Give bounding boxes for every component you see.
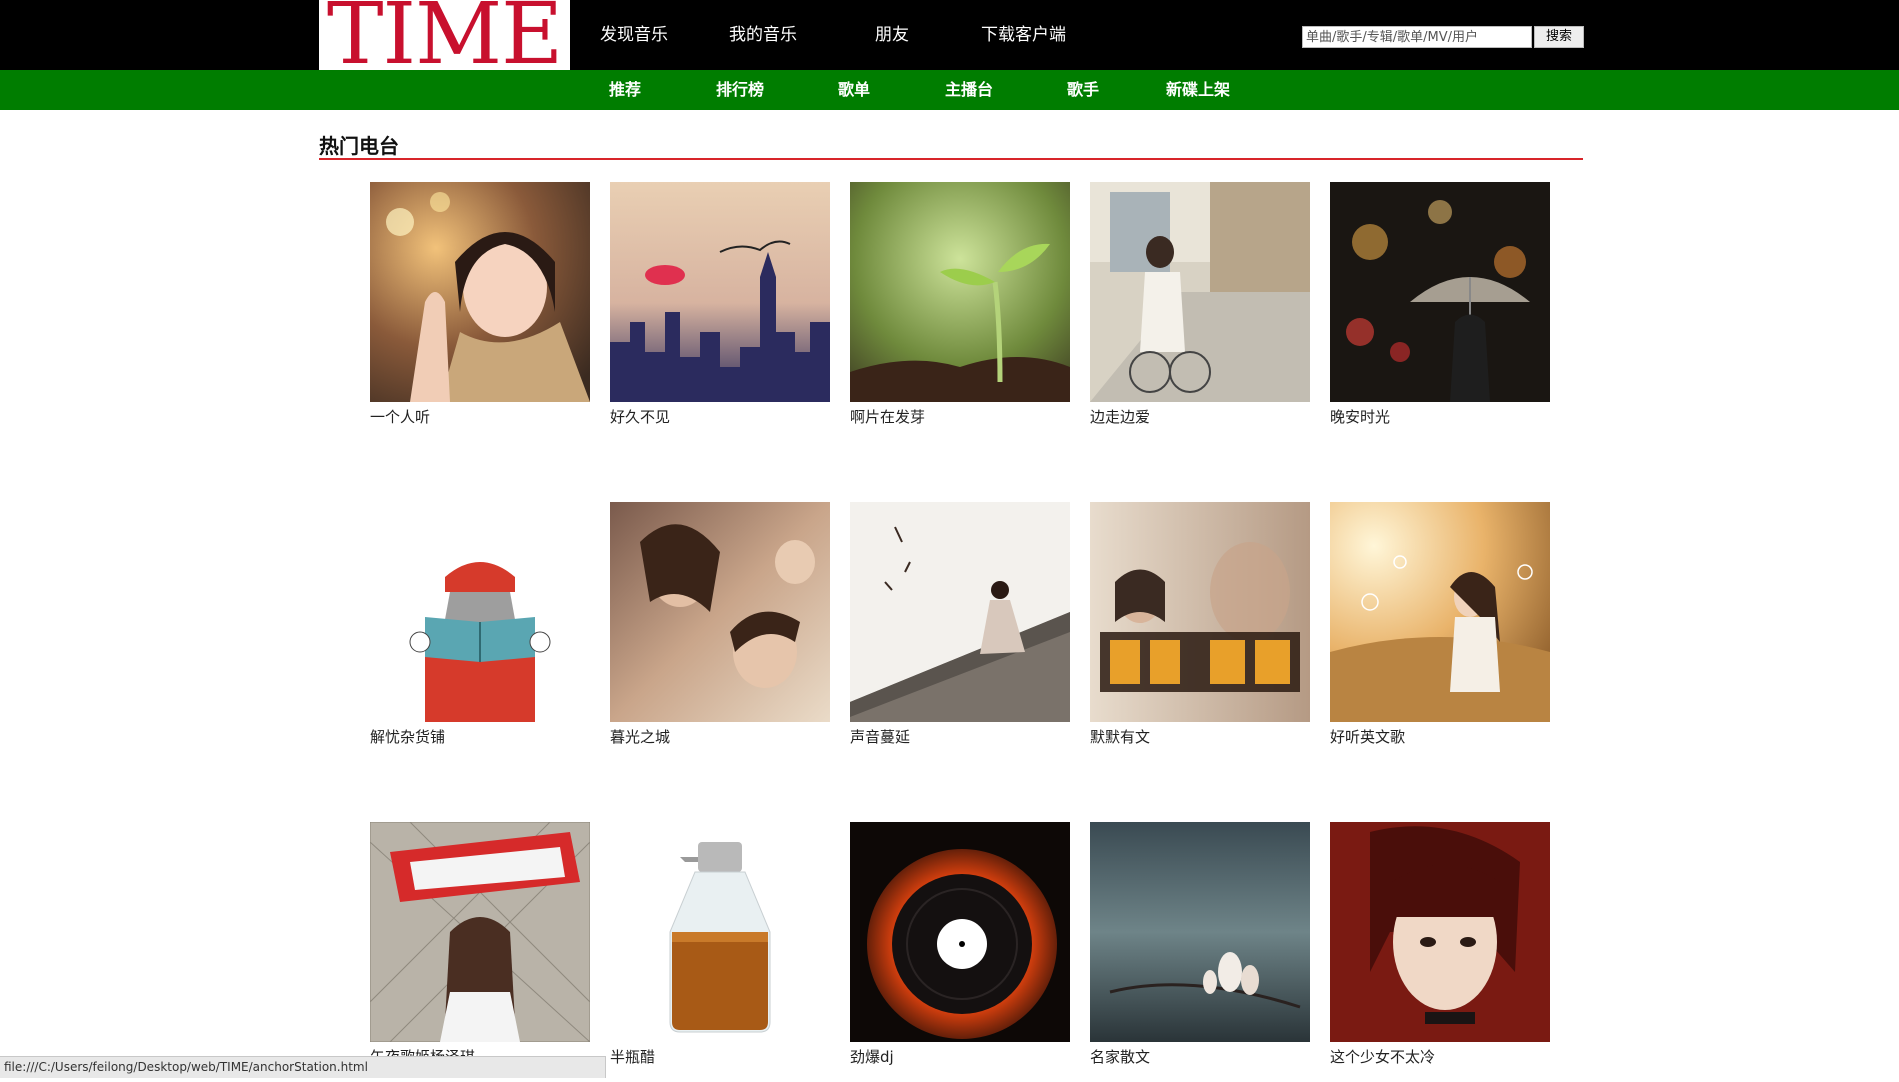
site-logo[interactable]: TIME xyxy=(319,0,570,70)
station-card[interactable]: 名家散文 xyxy=(1090,822,1310,1082)
station-card[interactable]: 解忧杂货铺 xyxy=(370,502,590,762)
station-card[interactable]: 半瓶醋 xyxy=(610,822,830,1082)
station-label[interactable]: 一个人听 xyxy=(370,406,430,427)
station-card[interactable]: 好久不见 xyxy=(610,182,830,442)
city-skyline-kiss-thumbnail[interactable] xyxy=(610,182,830,402)
girl-reading-thumbnail[interactable] xyxy=(370,502,590,722)
browser-status-bar: file:///C:/Users/feilong/Desktop/web/TIM… xyxy=(0,1056,606,1078)
section-title: 热门电台 xyxy=(319,134,399,158)
umbrella-night-thumbnail[interactable] xyxy=(1330,182,1550,402)
subnav-singers[interactable]: 歌手 xyxy=(1067,70,1099,110)
station-label[interactable]: 晚安时光 xyxy=(1330,406,1390,427)
girl-bicycle-street-thumbnail[interactable] xyxy=(1090,182,1310,402)
vinegar-bottle-thumbnail[interactable] xyxy=(610,822,830,1042)
burning-vinyl-record-thumbnail[interactable] xyxy=(850,822,1070,1042)
search-button[interactable]: 搜索 xyxy=(1534,26,1584,48)
subnav-anchor-station[interactable]: 主播台 xyxy=(945,70,993,110)
station-card[interactable]: 这个少女不太冷 xyxy=(1330,822,1550,1082)
station-card[interactable]: 声音蔓延 xyxy=(850,502,1070,762)
nav-download-client[interactable]: 下载客户端 xyxy=(981,0,1066,70)
girl-holding-scarf-thumbnail[interactable] xyxy=(370,822,590,1042)
station-label[interactable]: 半瓶醋 xyxy=(610,1046,655,1067)
station-label[interactable]: 暮光之城 xyxy=(610,726,670,747)
station-label[interactable]: 名家散文 xyxy=(1090,1046,1150,1067)
station-label[interactable]: 劲爆dj xyxy=(850,1046,894,1067)
sub-navbar: 推荐 排行榜 歌单 主播台 歌手 新碟上架 xyxy=(0,70,1899,110)
top-navbar: TIME 发现音乐 我的音乐 朋友 下载客户端 搜索 xyxy=(0,0,1899,70)
sprout-thumbnail[interactable] xyxy=(850,182,1070,402)
station-card[interactable]: 劲爆dj xyxy=(850,822,1070,1082)
nav-discover-music[interactable]: 发现音乐 xyxy=(600,0,668,70)
station-card[interactable]: 晚安时光 xyxy=(1330,182,1550,442)
station-card[interactable]: 啊片在发芽 xyxy=(850,182,1070,442)
girl-bubbles-field-thumbnail[interactable] xyxy=(1330,502,1550,722)
subnav-recommend[interactable]: 推荐 xyxy=(609,70,641,110)
subnav-charts[interactable]: 排行榜 xyxy=(716,70,764,110)
station-label[interactable]: 这个少女不太冷 xyxy=(1330,1046,1435,1067)
station-card[interactable]: 暮光之城 xyxy=(610,502,830,762)
station-label[interactable]: 啊片在发芽 xyxy=(850,406,925,427)
station-card[interactable]: 边走边爱 xyxy=(1090,182,1310,442)
girl-praying-thumbnail[interactable] xyxy=(370,182,590,402)
station-card[interactable]: 午夜歌姬杨泽琪 xyxy=(370,822,590,1082)
couple-thumbnail[interactable] xyxy=(610,502,830,722)
station-card[interactable]: 默默有文 xyxy=(1090,502,1310,762)
station-label[interactable]: 解忧杂货铺 xyxy=(370,726,445,747)
station-card[interactable]: 好听英文歌 xyxy=(1330,502,1550,762)
nav-friends[interactable]: 朋友 xyxy=(875,0,909,70)
station-label[interactable]: 好听英文歌 xyxy=(1330,726,1405,747)
subnav-playlists[interactable]: 歌单 xyxy=(838,70,870,110)
station-label[interactable]: 好久不见 xyxy=(610,406,670,427)
station-label[interactable]: 声音蔓延 xyxy=(850,726,910,747)
station-card[interactable]: 一个人听 xyxy=(370,182,590,442)
station-label[interactable]: 边走边爱 xyxy=(1090,406,1150,427)
text-poster-thumbnail[interactable] xyxy=(1090,502,1310,722)
section-divider xyxy=(319,158,1583,160)
search-input[interactable] xyxy=(1302,26,1532,48)
nav-my-music[interactable]: 我的音乐 xyxy=(729,0,797,70)
girl-bob-haircut-thumbnail[interactable] xyxy=(1330,822,1550,1042)
station-label[interactable]: 默默有文 xyxy=(1090,726,1150,747)
girl-on-wall-thumbnail[interactable] xyxy=(850,502,1070,722)
magnolia-branch-thumbnail[interactable] xyxy=(1090,822,1310,1042)
subnav-new-albums[interactable]: 新碟上架 xyxy=(1166,70,1230,110)
